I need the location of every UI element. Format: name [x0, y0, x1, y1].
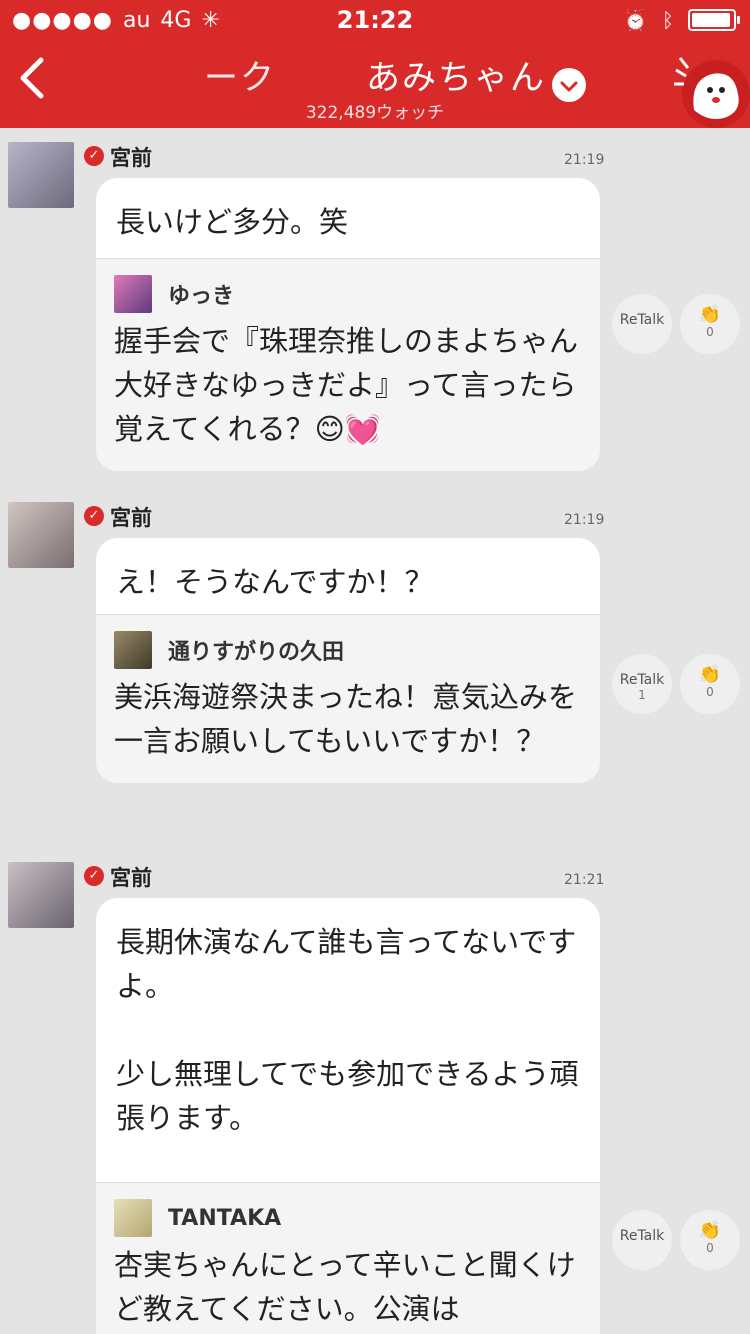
quoted-message: ゆっき 握手会で『珠理奈推しのまよちゃん大好きなゆっきだよ』って言ったら覚えてく… — [96, 258, 600, 471]
clap-icon: 👏 — [698, 664, 722, 685]
message-time: 21:19 — [564, 512, 605, 528]
sender-name: 宮前 — [110, 866, 152, 890]
verified-icon: ✓ — [84, 866, 104, 886]
status-right: ⏰ ᛒ — [623, 8, 740, 32]
retalk-button[interactable]: ReTalk — [612, 1210, 672, 1270]
message-bubble[interactable]: 長いけど多分。笑 ゆっき 握手会で『珠理奈推しのまよちゃん大好きなゆっきだよ』っ… — [96, 178, 600, 471]
retalk-count: 1 — [638, 688, 646, 702]
avatar[interactable] — [8, 142, 74, 208]
quote-avatar — [114, 275, 152, 313]
avatar[interactable] — [8, 502, 74, 568]
verified-icon: ✓ — [84, 146, 104, 166]
alarm-icon: ⏰ — [623, 8, 648, 32]
quote-text: 美浜海遊祭決まったね！意気込みを一言お願いしてもいいですか！？ — [114, 680, 577, 758]
clap-button[interactable]: 👏 0 — [680, 654, 740, 714]
clap-button[interactable]: 👏 0 — [680, 1210, 740, 1270]
message-time: 21:21 — [564, 872, 605, 888]
verified-icon: ✓ — [84, 506, 104, 526]
quote-name: TANTAKA — [168, 1205, 282, 1231]
message-time: 21:19 — [564, 152, 605, 168]
chevron-down-icon[interactable] — [552, 68, 586, 102]
title-part2: あみちゃん — [366, 58, 546, 98]
quoted-message: 通りすがりの久田 美浜海遊祭決まったね！意気込みを一言お願いしてもいいですか！？ — [96, 614, 600, 783]
reply-text: え！そうなんですか！？ — [116, 565, 434, 599]
quote-header: 通りすがりの久田 — [114, 631, 582, 669]
retalk-button[interactable]: ReTalk 1 — [612, 654, 672, 714]
quoted-message: TANTAKA 杏実ちゃんにとって辛いこと聞くけど教えてください。公演は — [96, 1182, 600, 1334]
chat-list[interactable]: ✓ 宮前 21:19 長いけど多分。笑 ゆっき 握手会で『珠理奈推しのまよちゃん… — [0, 128, 750, 1334]
quote-header: ゆっき — [114, 275, 582, 313]
clap-count: 0 — [706, 685, 714, 699]
quote-text: 握手会で『珠理奈推しのまよちゃん大好きなゆっきだよ』って言ったら覚えてくれる？😊… — [114, 324, 579, 446]
mascot-icon[interactable] — [672, 50, 750, 128]
quote-text: 杏実ちゃんにとって辛いこと聞くけど教えてください。公演は — [114, 1248, 576, 1326]
retalk-button[interactable]: ReTalk — [612, 294, 672, 354]
watch-count: 322,489ウォッチ — [305, 103, 445, 123]
quote-name: ゆっき — [168, 284, 235, 309]
clap-button[interactable]: 👏 0 — [680, 294, 740, 354]
reply-text: 長いけど多分。笑 — [116, 205, 349, 239]
retalk-label: ReTalk — [619, 672, 665, 688]
clap-icon: 👏 — [698, 1220, 722, 1241]
avatar[interactable] — [8, 862, 74, 928]
battery-icon — [688, 9, 740, 31]
reply-text: 長期休演なんて誰も言ってないですよ。 少し無理してでも参加できるよう頑張ります。 — [116, 925, 579, 1135]
clap-icon: 👏 — [698, 304, 722, 325]
retalk-label: ReTalk — [619, 312, 665, 328]
retalk-label: ReTalk — [619, 1228, 665, 1244]
nav-bar: ーク あみちゃん 322,489ウォッチ — [0, 40, 750, 128]
page-title: ーク あみちゃん — [0, 50, 750, 99]
title-part1: ーク — [204, 58, 276, 98]
sender-name: 宮前 — [110, 506, 152, 530]
battery-fill — [692, 13, 730, 27]
bluetooth-icon: ᛒ — [662, 8, 674, 32]
status-bar: ●●●●● au 4G ✳ 21:22 ⏰ ᛒ — [0, 0, 750, 40]
clap-count: 0 — [706, 325, 714, 339]
message-bubble[interactable]: え！そうなんですか！？ 通りすがりの久田 美浜海遊祭決まったね！意気込みを一言お… — [96, 538, 600, 783]
message-bubble[interactable]: 長期休演なんて誰も言ってないですよ。 少し無理してでも参加できるよう頑張ります。… — [96, 898, 600, 1334]
quote-avatar — [114, 631, 152, 669]
quote-header: TANTAKA — [114, 1199, 582, 1237]
sender-name: 宮前 — [110, 146, 152, 170]
quote-name: 通りすがりの久田 — [168, 640, 345, 665]
quote-avatar — [114, 1199, 152, 1237]
clap-count: 0 — [706, 1241, 714, 1255]
